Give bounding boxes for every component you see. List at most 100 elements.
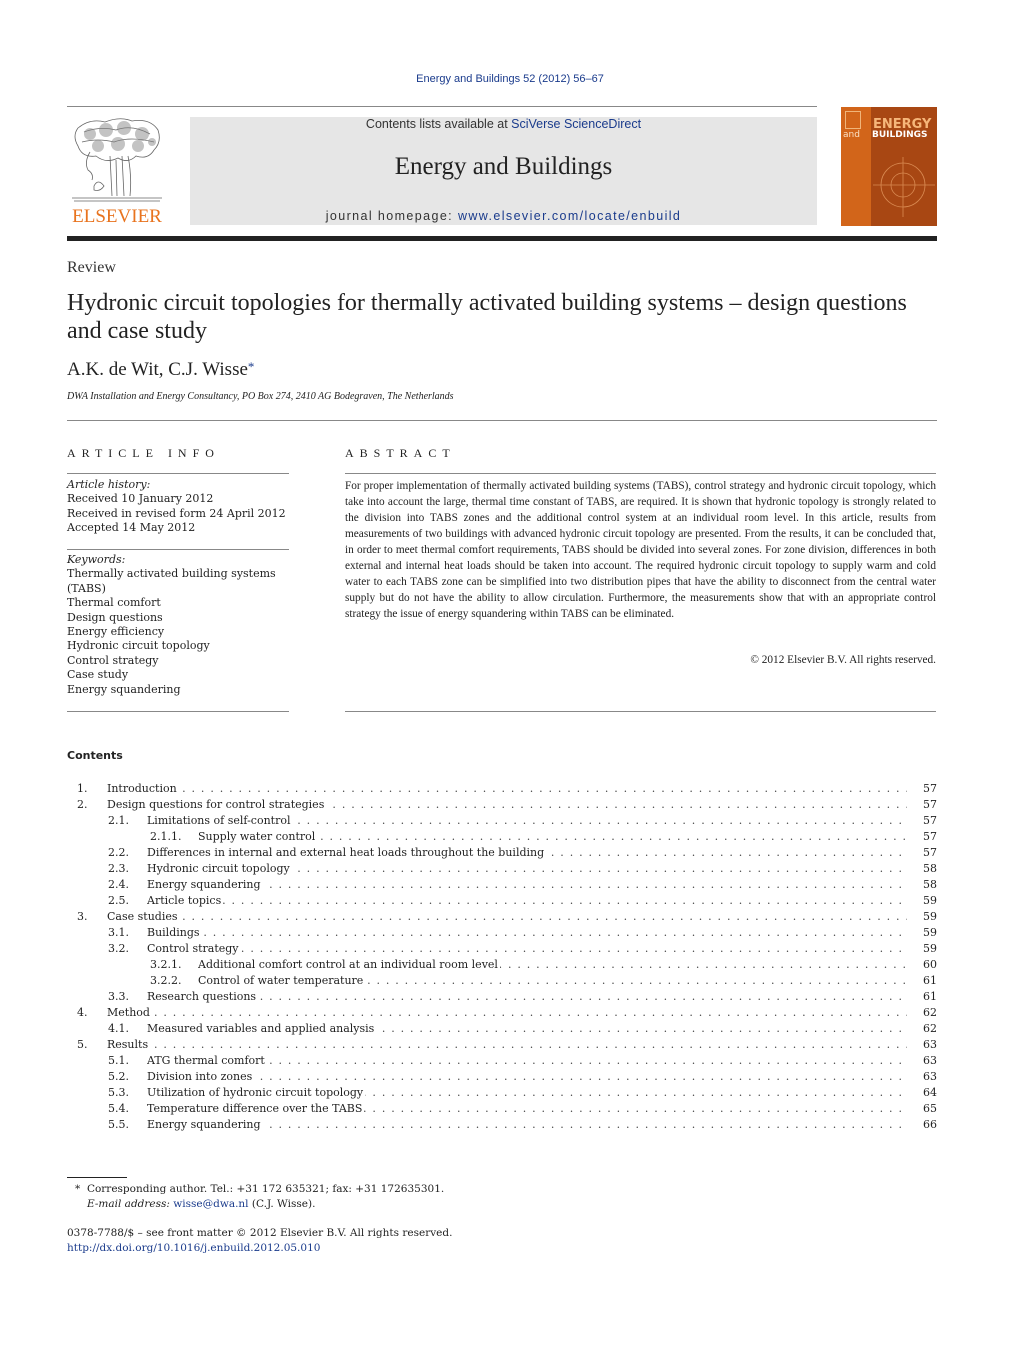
toc-entry-page[interactable]: 61 bbox=[915, 989, 937, 1005]
toc-entry-title[interactable]: . . . . . . . . . . . . . . . . . . . . … bbox=[147, 1053, 907, 1069]
toc-entry-page[interactable]: 59 bbox=[915, 941, 937, 957]
toc-entry[interactable]: 2.1. . . . . . . . . . . . . . . . . . . … bbox=[67, 813, 937, 829]
toc-entry-title[interactable]: . . . . . . . . . . . . . . . . . . . . … bbox=[107, 781, 907, 797]
toc-entry-number: 2. bbox=[77, 798, 88, 811]
toc-entry-page[interactable]: 58 bbox=[915, 861, 937, 877]
toc-entry-title[interactable]: . . . . . . . . . . . . . . . . . . . . … bbox=[147, 989, 907, 1005]
toc-entry[interactable]: 5.3. . . . . . . . . . . . . . . . . . . … bbox=[67, 1085, 937, 1101]
citation-link[interactable]: Energy and Buildings 52 (2012) 56–67 bbox=[416, 73, 604, 85]
keyword-item: Energy squandering bbox=[67, 682, 181, 696]
toc-entry[interactable]: 5.1. . . . . . . . . . . . . . . . . . . … bbox=[67, 1053, 937, 1069]
article-type: Review bbox=[67, 259, 116, 276]
journal-cover-image[interactable]: ENERGY and BUILDINGS bbox=[841, 107, 937, 226]
article-title: Hydronic circuit topologies for thermall… bbox=[67, 290, 907, 344]
keyword-item: Energy efficiency bbox=[67, 625, 165, 639]
toc-entry-page[interactable]: 61 bbox=[915, 973, 937, 989]
toc-entry-page[interactable]: 60 bbox=[915, 957, 937, 973]
toc-entry[interactable]: 2.2. . . . . . . . . . . . . . . . . . . … bbox=[67, 845, 937, 861]
toc-entry-page[interactable]: 57 bbox=[915, 845, 937, 861]
toc-entry-number: 5. bbox=[77, 1038, 88, 1051]
section-rule bbox=[67, 420, 937, 421]
toc-entry-title[interactable]: . . . . . . . . . . . . . . . . . . . . … bbox=[147, 1021, 907, 1037]
abstract-end-rule bbox=[345, 711, 936, 712]
footnote-email-line: E-mail address: wisse@dwa.nl (C.J. Wisse… bbox=[87, 1198, 316, 1210]
toc-entry-title[interactable]: . . . . . . . . . . . . . . . . . . . . … bbox=[198, 829, 907, 845]
toc-entry-page[interactable]: 63 bbox=[915, 1037, 937, 1053]
toc-entry[interactable]: 2.3. . . . . . . . . . . . . . . . . . . … bbox=[67, 861, 937, 877]
history-rule bbox=[67, 549, 289, 550]
toc-entry-page[interactable]: 57 bbox=[915, 781, 937, 797]
toc-entry[interactable]: 3.2.2. . . . . . . . . . . . . . . . . . … bbox=[67, 973, 937, 989]
toc-entry-number: 3.2. bbox=[108, 942, 129, 955]
corresponding-author-mark[interactable]: * bbox=[248, 359, 255, 374]
toc-entry-page[interactable]: 57 bbox=[915, 813, 937, 829]
toc-entry[interactable]: 3.1. . . . . . . . . . . . . . . . . . . … bbox=[67, 925, 937, 941]
toc-entry-number: 3.1. bbox=[108, 926, 129, 939]
toc-entry-title[interactable]: . . . . . . . . . . . . . . . . . . . . … bbox=[147, 1101, 907, 1117]
contents-heading: Contents bbox=[67, 749, 123, 762]
journal-citation[interactable]: Energy and Buildings 52 (2012) 56–67 bbox=[0, 73, 1020, 85]
toc-entry-number: 2.2. bbox=[108, 846, 129, 859]
toc-entry[interactable]: 3. . . . . . . . . . . . . . . . . . . . … bbox=[67, 909, 937, 925]
toc-entry[interactable]: 3.2.1. . . . . . . . . . . . . . . . . . … bbox=[67, 957, 937, 973]
toc-entry[interactable]: 5. . . . . . . . . . . . . . . . . . . . … bbox=[67, 1037, 937, 1053]
toc-entry[interactable]: 2. . . . . . . . . . . . . . . . . . . . … bbox=[67, 797, 937, 813]
footnote: * Corresponding author. Tel.: +31 172 63… bbox=[75, 1182, 444, 1212]
doi-link[interactable]: http://dx.doi.org/10.1016/j.enbuild.2012… bbox=[67, 1242, 320, 1254]
toc-entry-title[interactable]: . . . . . . . . . . . . . . . . . . . . … bbox=[107, 909, 907, 925]
toc-entry-title[interactable]: . . . . . . . . . . . . . . . . . . . . … bbox=[198, 973, 907, 989]
toc-entry[interactable]: 3.3. . . . . . . . . . . . . . . . . . . … bbox=[67, 989, 937, 1005]
toc-entry-title[interactable]: . . . . . . . . . . . . . . . . . . . . … bbox=[147, 893, 907, 909]
toc-entry-title[interactable]: . . . . . . . . . . . . . . . . . . . . … bbox=[147, 877, 907, 893]
toc-entry-title[interactable]: . . . . . . . . . . . . . . . . . . . . … bbox=[147, 941, 907, 957]
toc-entry-title[interactable]: . . . . . . . . . . . . . . . . . . . . … bbox=[147, 861, 907, 877]
issn-line: 0378-7788/$ – see front matter © 2012 El… bbox=[67, 1227, 453, 1239]
keywords-label: Keywords: bbox=[67, 553, 126, 566]
toc-entry-title[interactable]: . . . . . . . . . . . . . . . . . . . . … bbox=[147, 1069, 907, 1085]
keyword-item: Control strategy bbox=[67, 653, 159, 667]
toc-entry[interactable]: 2.1.1. . . . . . . . . . . . . . . . . . … bbox=[67, 829, 937, 845]
toc-entry-page[interactable]: 58 bbox=[915, 877, 937, 893]
toc-entry-number: 2.1. bbox=[108, 814, 129, 827]
toc-entry-page[interactable]: 65 bbox=[915, 1101, 937, 1117]
toc-entry-page[interactable]: 62 bbox=[915, 1005, 937, 1021]
toc-entry[interactable]: 2.5. . . . . . . . . . . . . . . . . . . … bbox=[67, 893, 937, 909]
toc-entry-page[interactable]: 57 bbox=[915, 829, 937, 845]
toc-entry[interactable]: 5.2. . . . . . . . . . . . . . . . . . . … bbox=[67, 1069, 937, 1085]
toc-entry-page[interactable]: 63 bbox=[915, 1069, 937, 1085]
toc-entry-title[interactable]: . . . . . . . . . . . . . . . . . . . . … bbox=[198, 957, 907, 973]
toc-leader-dots: . . . . . . . . . . . . . . . . . . . . … bbox=[107, 1038, 907, 1051]
toc-entry-title[interactable]: . . . . . . . . . . . . . . . . . . . . … bbox=[147, 845, 907, 861]
toc-entry-page[interactable]: 63 bbox=[915, 1053, 937, 1069]
toc-entry-page[interactable]: 59 bbox=[915, 893, 937, 909]
sciencedirect-link[interactable]: SciVerse ScienceDirect bbox=[511, 117, 641, 131]
toc-entry[interactable]: 5.4. . . . . . . . . . . . . . . . . . . … bbox=[67, 1101, 937, 1117]
toc-entry-page[interactable]: 59 bbox=[915, 925, 937, 941]
toc-entry[interactable]: 4.1. . . . . . . . . . . . . . . . . . . … bbox=[67, 1021, 937, 1037]
toc-entry-page[interactable]: 64 bbox=[915, 1085, 937, 1101]
elsevier-logo[interactable]: ELSEVIER bbox=[66, 116, 168, 228]
journal-homepage-link[interactable]: www.elsevier.com/locate/enbuild bbox=[458, 209, 681, 223]
toc-entry-title[interactable]: . . . . . . . . . . . . . . . . . . . . … bbox=[107, 1005, 907, 1021]
toc-entry-title[interactable]: . . . . . . . . . . . . . . . . . . . . … bbox=[147, 813, 907, 829]
toc-entry[interactable]: 2.4. . . . . . . . . . . . . . . . . . . … bbox=[67, 877, 937, 893]
journal-homepage-line: journal homepage: www.elsevier.com/locat… bbox=[325, 209, 682, 223]
article-info-heading: ARTICLE INFO bbox=[67, 446, 220, 460]
cover-title-buildings: BUILDINGS bbox=[872, 130, 928, 140]
toc-entry[interactable]: 3.2. . . . . . . . . . . . . . . . . . . … bbox=[67, 941, 937, 957]
toc-entry[interactable]: 5.5. . . . . . . . . . . . . . . . . . . … bbox=[67, 1117, 937, 1133]
toc-entry-page[interactable]: 62 bbox=[915, 1021, 937, 1037]
toc-entry-page[interactable]: 57 bbox=[915, 797, 937, 813]
toc-entry-title[interactable]: . . . . . . . . . . . . . . . . . . . . … bbox=[107, 1037, 907, 1053]
journal-name: Energy and Buildings bbox=[394, 153, 613, 180]
toc-entry-title[interactable]: . . . . . . . . . . . . . . . . . . . . … bbox=[147, 1085, 907, 1101]
cover-title-and: and bbox=[843, 130, 860, 140]
toc-entry-title[interactable]: . . . . . . . . . . . . . . . . . . . . … bbox=[147, 925, 907, 941]
toc-entry-page[interactable]: 59 bbox=[915, 909, 937, 925]
toc-entry[interactable]: 4. . . . . . . . . . . . . . . . . . . . … bbox=[67, 1005, 937, 1021]
toc-entry-page[interactable]: 66 bbox=[915, 1117, 937, 1133]
toc-entry-title[interactable]: . . . . . . . . . . . . . . . . . . . . … bbox=[147, 1117, 907, 1133]
email-link[interactable]: wisse@dwa.nl bbox=[173, 1198, 248, 1210]
toc-entry-title[interactable]: . . . . . . . . . . . . . . . . . . . . … bbox=[107, 797, 907, 813]
toc-entry[interactable]: 1. . . . . . . . . . . . . . . . . . . . … bbox=[67, 781, 937, 797]
